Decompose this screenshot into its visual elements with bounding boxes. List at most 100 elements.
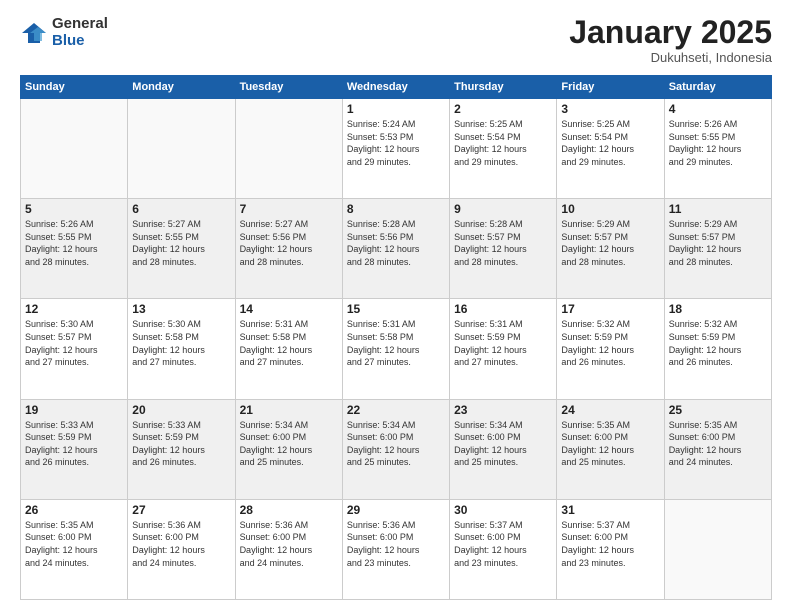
day-number: 6 xyxy=(132,202,230,216)
day-number: 4 xyxy=(669,102,767,116)
day-number: 16 xyxy=(454,302,552,316)
logo-general-text: General xyxy=(52,16,108,33)
header-wednesday: Wednesday xyxy=(342,76,449,99)
day-info: Sunrise: 5:35 AM Sunset: 6:00 PM Dayligh… xyxy=(25,519,123,569)
day-number: 7 xyxy=(240,202,338,216)
calendar-cell: 11 Sunrise: 5:29 AM Sunset: 5:57 PM Dayli… xyxy=(664,199,771,299)
day-info: Sunrise: 5:34 AM Sunset: 6:00 PM Dayligh… xyxy=(240,419,338,469)
day-info: Sunrise: 5:36 AM Sunset: 6:00 PM Dayligh… xyxy=(240,519,338,569)
day-number: 19 xyxy=(25,403,123,417)
day-number: 29 xyxy=(347,503,445,517)
month-title: January 2025 xyxy=(569,16,772,48)
logo: General Blue xyxy=(20,16,108,49)
day-number: 3 xyxy=(561,102,659,116)
weekday-header-row: Sunday Monday Tuesday Wednesday Thursday… xyxy=(21,76,772,99)
day-info: Sunrise: 5:29 AM Sunset: 5:57 PM Dayligh… xyxy=(669,218,767,268)
day-number: 12 xyxy=(25,302,123,316)
day-info: Sunrise: 5:37 AM Sunset: 6:00 PM Dayligh… xyxy=(561,519,659,569)
calendar-cell: 3 Sunrise: 5:25 AM Sunset: 5:54 PM Daylig… xyxy=(557,99,664,199)
day-number: 1 xyxy=(347,102,445,116)
week-row-3: 19 Sunrise: 5:33 AM Sunset: 5:59 PM Dayli… xyxy=(21,399,772,499)
day-number: 15 xyxy=(347,302,445,316)
calendar-cell xyxy=(235,99,342,199)
header-tuesday: Tuesday xyxy=(235,76,342,99)
day-info: Sunrise: 5:32 AM Sunset: 5:59 PM Dayligh… xyxy=(561,318,659,368)
day-info: Sunrise: 5:34 AM Sunset: 6:00 PM Dayligh… xyxy=(454,419,552,469)
day-info: Sunrise: 5:33 AM Sunset: 5:59 PM Dayligh… xyxy=(25,419,123,469)
week-row-2: 12 Sunrise: 5:30 AM Sunset: 5:57 PM Dayli… xyxy=(21,299,772,399)
calendar-cell: 25Sunrise: 5:35 AM Sunset: 6:00 PM Dayli… xyxy=(664,399,771,499)
calendar-cell: 30 Sunrise: 5:37 AM Sunset: 6:00 PM Dayli… xyxy=(450,499,557,599)
calendar-cell: 2Sunrise: 5:25 AM Sunset: 5:54 PM Daylig… xyxy=(450,99,557,199)
calendar-cell: 26 Sunrise: 5:35 AM Sunset: 6:00 PM Dayli… xyxy=(21,499,128,599)
day-info: Sunrise: 5:30 AM Sunset: 5:57 PM Dayligh… xyxy=(25,318,123,368)
day-number: 22 xyxy=(347,403,445,417)
week-row-4: 26 Sunrise: 5:35 AM Sunset: 6:00 PM Dayli… xyxy=(21,499,772,599)
day-info: Sunrise: 5:33 AM Sunset: 5:59 PM Dayligh… xyxy=(132,419,230,469)
day-info: Sunrise: 5:27 AM Sunset: 5:55 PM Dayligh… xyxy=(132,218,230,268)
header-sunday: Sunday xyxy=(21,76,128,99)
calendar-cell: 19 Sunrise: 5:33 AM Sunset: 5:59 PM Dayli… xyxy=(21,399,128,499)
day-info: Sunrise: 5:30 AM Sunset: 5:58 PM Dayligh… xyxy=(132,318,230,368)
calendar-cell xyxy=(664,499,771,599)
day-info: Sunrise: 5:34 AM Sunset: 6:00 PM Dayligh… xyxy=(347,419,445,469)
logo-blue-text: Blue xyxy=(52,33,108,50)
location-subtitle: Dukuhseti, Indonesia xyxy=(569,50,772,65)
day-info: Sunrise: 5:24 AM Sunset: 5:53 PM Dayligh… xyxy=(347,118,445,168)
header: General Blue January 2025 Dukuhseti, Ind… xyxy=(20,16,772,65)
calendar-cell: 4Sunrise: 5:26 AM Sunset: 5:55 PM Daylig… xyxy=(664,99,771,199)
calendar-cell: 15 Sunrise: 5:31 AM Sunset: 5:58 PM Dayli… xyxy=(342,299,449,399)
header-thursday: Thursday xyxy=(450,76,557,99)
calendar-cell: 24 Sunrise: 5:35 AM Sunset: 6:00 PM Dayli… xyxy=(557,399,664,499)
day-number: 14 xyxy=(240,302,338,316)
day-number: 2 xyxy=(454,102,552,116)
day-info: Sunrise: 5:25 AM Sunset: 5:54 PM Dayligh… xyxy=(561,118,659,168)
calendar-cell: 13 Sunrise: 5:30 AM Sunset: 5:58 PM Dayli… xyxy=(128,299,235,399)
day-info: Sunrise: 5:28 AM Sunset: 5:56 PM Dayligh… xyxy=(347,218,445,268)
day-info: Sunrise: 5:27 AM Sunset: 5:56 PM Dayligh… xyxy=(240,218,338,268)
day-info: Sunrise: 5:36 AM Sunset: 6:00 PM Dayligh… xyxy=(347,519,445,569)
day-number: 9 xyxy=(454,202,552,216)
day-info: Sunrise: 5:26 AM Sunset: 5:55 PM Dayligh… xyxy=(25,218,123,268)
calendar-cell: 14 Sunrise: 5:31 AM Sunset: 5:58 PM Dayli… xyxy=(235,299,342,399)
day-number: 23 xyxy=(454,403,552,417)
day-info: Sunrise: 5:35 AM Sunset: 6:00 PM Dayligh… xyxy=(561,419,659,469)
calendar-cell: 31 Sunrise: 5:37 AM Sunset: 6:00 PM Dayli… xyxy=(557,499,664,599)
calendar-cell: 6 Sunrise: 5:27 AM Sunset: 5:55 PM Daylig… xyxy=(128,199,235,299)
calendar-cell: 7 Sunrise: 5:27 AM Sunset: 5:56 PM Daylig… xyxy=(235,199,342,299)
calendar-cell xyxy=(21,99,128,199)
calendar-cell: 12 Sunrise: 5:30 AM Sunset: 5:57 PM Dayli… xyxy=(21,299,128,399)
day-info: Sunrise: 5:29 AM Sunset: 5:57 PM Dayligh… xyxy=(561,218,659,268)
calendar-cell xyxy=(128,99,235,199)
calendar-cell: 10Sunrise: 5:29 AM Sunset: 5:57 PM Dayli… xyxy=(557,199,664,299)
logo-icon xyxy=(20,19,48,47)
day-number: 13 xyxy=(132,302,230,316)
day-info: Sunrise: 5:37 AM Sunset: 6:00 PM Dayligh… xyxy=(454,519,552,569)
calendar-cell: 5Sunrise: 5:26 AM Sunset: 5:55 PM Daylig… xyxy=(21,199,128,299)
day-number: 30 xyxy=(454,503,552,517)
calendar-cell: 21 Sunrise: 5:34 AM Sunset: 6:00 PM Dayli… xyxy=(235,399,342,499)
header-saturday: Saturday xyxy=(664,76,771,99)
day-number: 17 xyxy=(561,302,659,316)
day-info: Sunrise: 5:31 AM Sunset: 5:59 PM Dayligh… xyxy=(454,318,552,368)
day-info: Sunrise: 5:35 AM Sunset: 6:00 PM Dayligh… xyxy=(669,419,767,469)
day-number: 28 xyxy=(240,503,338,517)
day-info: Sunrise: 5:36 AM Sunset: 6:00 PM Dayligh… xyxy=(132,519,230,569)
day-number: 24 xyxy=(561,403,659,417)
day-number: 31 xyxy=(561,503,659,517)
calendar-cell: 9 Sunrise: 5:28 AM Sunset: 5:57 PM Daylig… xyxy=(450,199,557,299)
day-number: 20 xyxy=(132,403,230,417)
day-info: Sunrise: 5:31 AM Sunset: 5:58 PM Dayligh… xyxy=(347,318,445,368)
calendar-cell: 23 Sunrise: 5:34 AM Sunset: 6:00 PM Dayli… xyxy=(450,399,557,499)
calendar-page: General Blue January 2025 Dukuhseti, Ind… xyxy=(0,0,792,612)
title-area: January 2025 Dukuhseti, Indonesia xyxy=(569,16,772,65)
day-number: 21 xyxy=(240,403,338,417)
calendar-cell: 20 Sunrise: 5:33 AM Sunset: 5:59 PM Dayli… xyxy=(128,399,235,499)
week-row-0: 1 Sunrise: 5:24 AM Sunset: 5:53 PM Daylig… xyxy=(21,99,772,199)
day-info: Sunrise: 5:31 AM Sunset: 5:58 PM Dayligh… xyxy=(240,318,338,368)
day-number: 26 xyxy=(25,503,123,517)
day-info: Sunrise: 5:28 AM Sunset: 5:57 PM Dayligh… xyxy=(454,218,552,268)
day-number: 11 xyxy=(669,202,767,216)
calendar-cell: 16 Sunrise: 5:31 AM Sunset: 5:59 PM Dayli… xyxy=(450,299,557,399)
day-number: 8 xyxy=(347,202,445,216)
